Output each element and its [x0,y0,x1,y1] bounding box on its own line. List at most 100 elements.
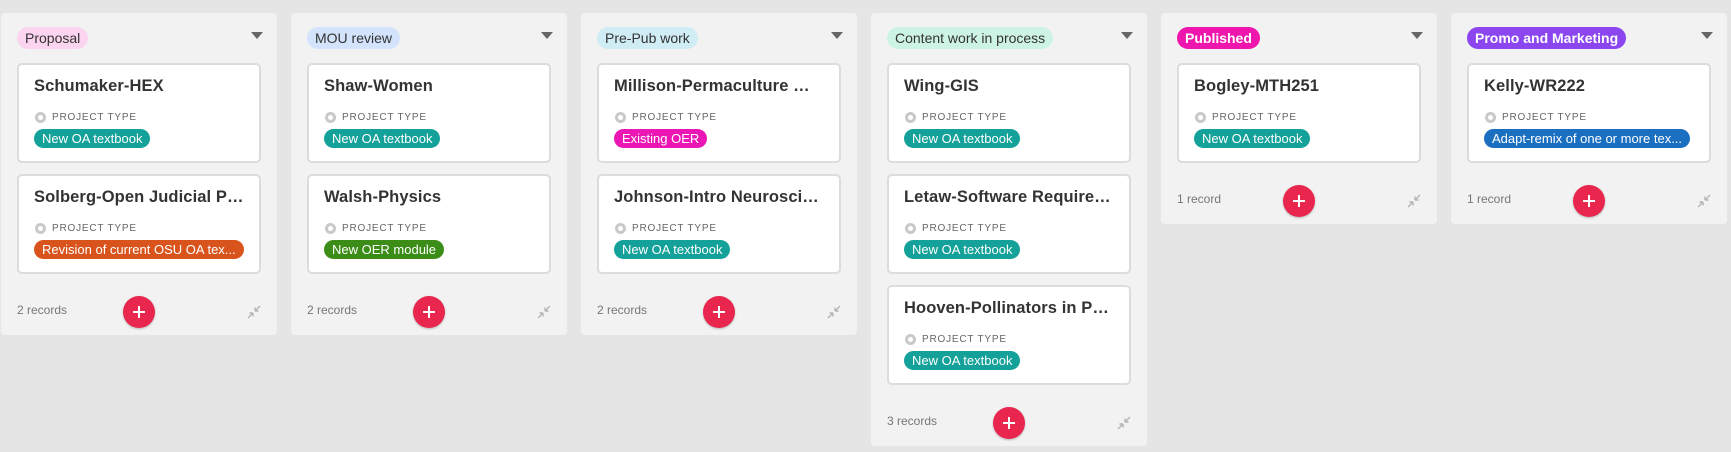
card-title: Letaw-Software Requirem... [904,188,1115,206]
project-type-chip: Revision of current OSU OA tex... [34,240,244,259]
record-count: 3 records [887,414,938,428]
column-header: Published [1161,13,1437,63]
column-header: Pre-Pub work [581,13,857,63]
column-mou-review: MOU review Shaw-Women PROJECT TYPE New O… [291,13,567,335]
field-label: PROJECT TYPE [52,222,137,234]
add-record-button[interactable] [413,296,445,328]
project-type-chip: New OA textbook [1194,129,1311,148]
collapse-icon[interactable] [1697,194,1711,208]
field-label: PROJECT TYPE [1502,111,1587,123]
column-header: Content work in process [871,13,1147,63]
single-select-icon [905,333,916,345]
record-card[interactable]: Shaw-Women PROJECT TYPE New OA textbook [307,63,551,163]
single-select-icon [1485,111,1496,123]
field-label: PROJECT TYPE [922,222,1007,234]
chevron-down-icon[interactable] [251,32,263,39]
field-row: PROJECT TYPE [905,221,1007,235]
collapse-icon[interactable] [1407,194,1421,208]
column-label[interactable]: Published [1177,27,1260,49]
column-footer: 1 record [1161,174,1437,224]
add-record-button[interactable] [1283,185,1315,217]
column-label[interactable]: MOU review [307,27,401,49]
add-record-button[interactable] [123,296,155,328]
record-card[interactable]: Wing-GIS PROJECT TYPE New OA textbook [887,63,1131,163]
field-label: PROJECT TYPE [632,222,717,234]
record-card[interactable]: Walsh-Physics PROJECT TYPE New OER modul… [307,174,551,274]
add-record-button[interactable] [703,296,735,328]
record-card[interactable]: Millison-Permaculture We... PROJECT TYPE… [597,63,841,163]
record-card[interactable]: Schumaker-HEX PROJECT TYPE New OA textbo… [17,63,261,163]
column-footer: 2 records [1,285,277,335]
card-title: Kelly-WR222 [1484,77,1586,95]
column-header: Promo and Marketing [1451,13,1727,63]
column-label[interactable]: Promo and Marketing [1467,27,1627,49]
record-count: 1 record [1177,192,1222,206]
column-header: MOU review [291,13,567,63]
column-proposal: Proposal Schumaker-HEX PROJECT TYPE New … [1,13,277,335]
single-select-icon [1195,111,1206,123]
record-card[interactable]: Kelly-WR222 PROJECT TYPE Adapt-remix of … [1467,63,1711,163]
collapse-icon[interactable] [1117,416,1131,430]
column-footer: 2 records [581,285,857,335]
column-label[interactable]: Content work in process [887,27,1054,49]
card-title: Bogley-MTH251 [1194,77,1320,95]
project-type-chip: Existing OER [614,129,708,148]
card-title: Hooven-Pollinators in Peril [904,299,1115,317]
column-pre-pub-work: Pre-Pub work Millison-Permaculture We...… [581,13,857,335]
single-select-icon [35,222,46,234]
field-label: PROJECT TYPE [342,111,427,123]
card-title: Shaw-Women [324,77,433,95]
field-label: PROJECT TYPE [342,222,427,234]
record-card[interactable]: Hooven-Pollinators in Peril PROJECT TYPE… [887,285,1131,385]
field-row: PROJECT TYPE [35,110,137,124]
card-title: Solberg-Open Judicial Poli... [34,188,245,206]
record-count: 1 record [1467,192,1512,206]
column-footer: 2 records [291,285,567,335]
field-label: PROJECT TYPE [1212,111,1297,123]
add-record-button[interactable] [993,407,1025,439]
collapse-icon[interactable] [537,305,551,319]
collapse-icon[interactable] [247,305,261,319]
card-title: Millison-Permaculture We... [614,77,825,95]
field-row: PROJECT TYPE [1485,110,1587,124]
add-record-button[interactable] [1573,185,1605,217]
chevron-down-icon[interactable] [541,32,553,39]
record-card[interactable]: Johnson-Intro Neuroscience PROJECT TYPE … [597,174,841,274]
record-card[interactable]: Letaw-Software Requirem... PROJECT TYPE … [887,174,1131,274]
column-published: Published Bogley-MTH251 PROJECT TYPE New… [1161,13,1437,224]
column-label[interactable]: Proposal [17,27,89,49]
chevron-down-icon[interactable] [1121,32,1133,39]
record-count: 2 records [597,303,648,317]
chevron-down-icon[interactable] [1701,32,1713,39]
project-type-chip: New OA textbook [614,240,731,259]
project-type-chip: New OA textbook [34,129,151,148]
kanban-board: Proposal Schumaker-HEX PROJECT TYPE New … [0,0,1731,452]
single-select-icon [35,111,46,123]
field-row: PROJECT TYPE [325,221,427,235]
field-label: PROJECT TYPE [922,333,1007,345]
single-select-icon [615,111,626,123]
card-title: Wing-GIS [904,77,979,95]
project-type-chip: New OA textbook [904,129,1021,148]
project-type-chip: New OA textbook [904,240,1021,259]
field-row: PROJECT TYPE [905,332,1007,346]
record-card[interactable]: Solberg-Open Judicial Poli... PROJECT TY… [17,174,261,274]
chevron-down-icon[interactable] [1411,32,1423,39]
collapse-icon[interactable] [827,305,841,319]
field-label: PROJECT TYPE [632,111,717,123]
card-title: Walsh-Physics [324,188,442,206]
column-promo-and-marketing: Promo and Marketing Kelly-WR222 PROJECT … [1451,13,1727,224]
single-select-icon [325,222,336,234]
project-type-chip: New OA textbook [904,351,1021,370]
single-select-icon [905,111,916,123]
column-footer: 1 record [1451,174,1727,224]
field-row: PROJECT TYPE [35,221,137,235]
chevron-down-icon[interactable] [831,32,843,39]
project-type-chip: New OER module [324,240,445,259]
card-title: Schumaker-HEX [34,77,164,95]
field-label: PROJECT TYPE [52,111,137,123]
field-row: PROJECT TYPE [905,110,1007,124]
column-label[interactable]: Pre-Pub work [597,27,698,49]
record-card[interactable]: Bogley-MTH251 PROJECT TYPE New OA textbo… [1177,63,1421,163]
field-row: PROJECT TYPE [325,110,427,124]
